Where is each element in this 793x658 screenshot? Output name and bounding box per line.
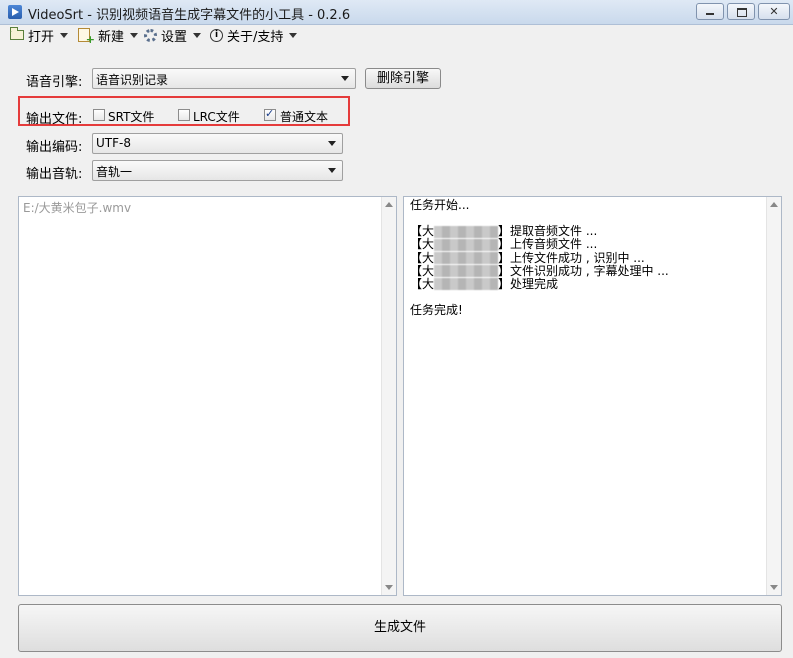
- delete-engine-button[interactable]: 删除引擎: [365, 68, 441, 89]
- log-line-prefix: 【大: [410, 276, 435, 291]
- encoding-select[interactable]: UTF-8: [92, 133, 343, 154]
- app-icon: [8, 5, 22, 19]
- log-line: 【大 】文件识别成功 , 字幕处理中 ...: [410, 263, 763, 278]
- menu-open[interactable]: 打开: [10, 26, 69, 45]
- log-output[interactable]: 任务开始... 【大 】提取音频文件 ... 【大 】上传音频文件 ... 【大 】上…: [403, 196, 782, 596]
- output-track-label: 输出音轨:: [26, 167, 83, 182]
- engine-select-value: 语音识别记录: [96, 73, 169, 87]
- file-path-text: E:/大黄米包子.wmv: [23, 201, 132, 215]
- chevron-down-icon: [328, 141, 336, 146]
- redacted-blur: [434, 265, 499, 278]
- log-line-prefix: 【大: [410, 250, 435, 265]
- chevron-down-icon: [130, 32, 139, 38]
- redacted-blur: [434, 225, 499, 238]
- menu-settings-label: 设置: [161, 29, 188, 45]
- log-line: 【大 】处理完成: [410, 276, 763, 291]
- track-select[interactable]: 音轨一: [92, 160, 343, 181]
- scroll-down-icon: [385, 585, 393, 590]
- file-path-input[interactable]: E:/大黄米包子.wmv: [18, 196, 397, 596]
- lrc-checkbox-label: LRC文件: [193, 110, 240, 124]
- chevron-down-icon: [60, 32, 69, 38]
- close-button[interactable]: ✕: [758, 3, 790, 20]
- menu-new-label: 新建: [98, 29, 125, 45]
- log-line-text: 】文件识别成功 , 字幕处理中 ...: [498, 263, 669, 278]
- scroll-up-icon: [385, 202, 393, 207]
- menu-about-label: 关于/支持: [227, 29, 284, 45]
- engine-select[interactable]: 语音识别记录: [92, 68, 356, 89]
- plain-text-checkbox[interactable]: [264, 107, 276, 121]
- log-line-text: 】上传音频文件 ...: [498, 237, 598, 252]
- engine-label: 语音引擎:: [26, 75, 83, 90]
- lrc-checkbox[interactable]: [178, 109, 190, 121]
- maximize-icon: [737, 8, 747, 17]
- log-content: 任务开始... 【大 】提取音频文件 ... 【大 】上传音频文件 ... 【大 】上…: [410, 198, 763, 318]
- info-icon: i: [210, 28, 223, 42]
- close-icon: ✕: [769, 5, 779, 18]
- menu-settings[interactable]: 设置: [144, 26, 202, 45]
- redacted-blur: [434, 278, 499, 291]
- folder-open-icon: [10, 27, 24, 40]
- gear-icon: [144, 28, 157, 42]
- log-start: 任务开始...: [410, 198, 470, 212]
- encoding-select-value: UTF-8: [96, 136, 131, 150]
- log-end: 任务完成!: [410, 303, 463, 318]
- log-line-text: 】处理完成: [498, 276, 559, 291]
- log-line-prefix: 【大: [410, 237, 435, 252]
- plain-text-checkbox-label: 普通文本: [280, 110, 329, 124]
- redacted-blur: [434, 238, 499, 251]
- menu-about[interactable]: i 关于/支持: [210, 26, 298, 45]
- log-line-prefix: 【大: [410, 263, 435, 278]
- chevron-down-icon: [193, 32, 202, 38]
- redacted-blur: [434, 252, 499, 265]
- title-bar: VideoSrt - 识别视频语音生成字幕文件的小工具 - 0.2.6 ✕: [0, 0, 793, 25]
- window-title: VideoSrt - 识别视频语音生成字幕文件的小工具 - 0.2.6: [28, 8, 351, 23]
- chevron-down-icon: [289, 32, 298, 38]
- menu-bar: 打开 新建 设置 i 关于/支持: [0, 24, 793, 46]
- chevron-down-icon: [328, 168, 336, 173]
- minimize-button[interactable]: [696, 3, 724, 20]
- minimize-icon: [706, 13, 714, 15]
- file-panel-scrollbar[interactable]: [381, 197, 396, 595]
- output-file-label: 输出文件:: [26, 112, 83, 127]
- maximize-button[interactable]: [727, 3, 755, 20]
- new-file-icon: [78, 28, 95, 46]
- srt-checkbox[interactable]: [93, 109, 105, 121]
- track-select-value: 音轨一: [96, 165, 133, 179]
- output-encoding-label: 输出编码:: [26, 140, 83, 155]
- srt-checkbox-label: SRT文件: [108, 110, 155, 124]
- generate-file-button[interactable]: 生成文件: [18, 604, 782, 652]
- chevron-down-icon: [341, 76, 349, 81]
- scroll-down-icon: [770, 585, 778, 590]
- log-line-text: 】上传文件成功 , 识别中 ...: [498, 250, 645, 265]
- scroll-up-icon: [770, 202, 778, 207]
- log-panel-scrollbar[interactable]: [766, 197, 781, 595]
- menu-new[interactable]: 新建: [78, 26, 139, 46]
- menu-open-label: 打开: [28, 29, 55, 45]
